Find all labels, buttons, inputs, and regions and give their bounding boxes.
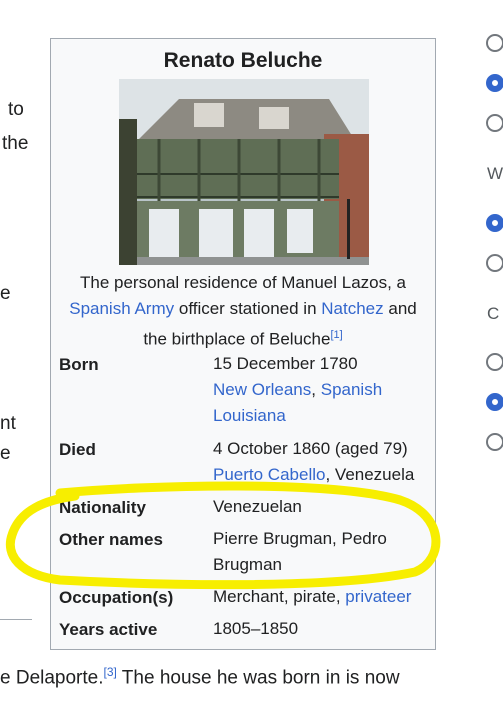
reference-3[interactable]: [3] [104,665,117,679]
occupation-label: Occupation(s) [59,588,174,607]
article-fragment-1: to [8,99,24,120]
radio-option-8[interactable] [486,433,503,451]
rail-section-label-1: W [487,164,503,183]
other-names-value: Pierre Brugman, Pedro Brugman [213,529,387,574]
article-fragment-5: e [0,443,11,464]
years-active-value: 1805–1850 [213,619,299,638]
radio-option-4[interactable] [486,214,503,232]
born-label: Born [59,355,99,374]
link-spanish-army[interactable]: Spanish Army [69,299,174,318]
radio-option-1[interactable] [486,34,503,52]
died-value: 4 October 1860 (aged 79) Puerto Cabello,… [213,436,433,488]
radio-option-2[interactable] [486,74,503,92]
radio-option-7[interactable] [486,393,503,411]
caption-text-1: The personal residence of Manuel Lazos, … [79,273,407,292]
reference-1[interactable]: [1] [330,329,342,341]
occupation-value: Merchant, pirate, privateer [213,584,433,610]
paragraph-text-2: The house he was born in is now [121,667,400,689]
died-date: 4 October 1860 (aged 79) [213,439,408,458]
article-fragment-4: nt [0,413,16,434]
born-place-separator: , [311,380,316,399]
caption-text-2: officer stationed in [178,299,317,318]
link-new-orleans[interactable]: New Orleans [213,380,311,399]
radio-option-6[interactable] [486,353,503,371]
nationality-value: Venezuelan [213,497,302,516]
infobox-image[interactable] [119,79,369,265]
link-puerto-cabello[interactable]: Puerto Cabello [213,465,325,484]
died-country: , Venezuela [325,465,415,484]
radio-option-3[interactable] [486,114,503,132]
other-names-label: Other names [59,530,163,549]
died-label: Died [59,440,96,459]
house-photo [119,79,369,265]
occupation-text: Merchant, pirate, [213,587,341,606]
image-caption: The personal residence of Manuel Lazos, … [57,270,429,353]
link-privateer[interactable]: privateer [345,587,411,606]
article-fragment-2: the [2,133,29,154]
nationality-label: Nationality [59,498,146,517]
link-natchez[interactable]: Natchez [321,299,383,318]
infobox: Renato Beluche The personal residence of… [50,38,436,650]
section-divider [0,619,32,620]
born-date: 15 December 1780 [213,354,358,373]
born-value: 15 December 1780 New Orleans, Spanish Lo… [213,351,433,429]
article-fragment-3: e [0,283,11,304]
years-active-label: Years active [59,620,158,639]
radio-option-5[interactable] [486,254,503,272]
paragraph-text-1: e Delaporte. [0,667,104,689]
rail-section-label-2: C [487,304,500,323]
infobox-title: Renato Beluche [163,49,323,72]
article-paragraph: e Delaporte.[3] The house he was born in… [0,665,400,689]
